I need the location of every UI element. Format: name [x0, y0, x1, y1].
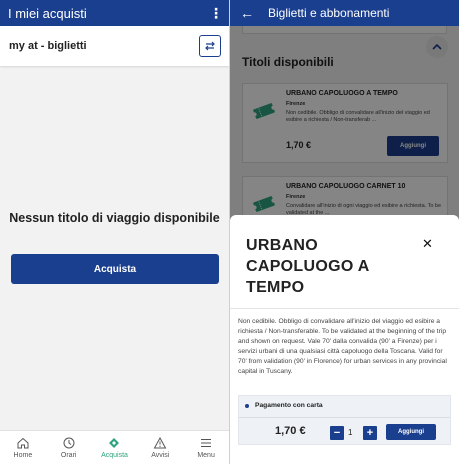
- nav-item-orari[interactable]: Orari: [46, 431, 92, 464]
- tickets-screen: ← Biglietti e abbonamenti Titoli disponi…: [230, 0, 459, 464]
- buy-button[interactable]: Acquista: [11, 254, 219, 284]
- nav-item-avvisi[interactable]: Avvisi: [137, 431, 183, 464]
- swap-button[interactable]: [199, 35, 221, 57]
- top-app-bar: ← Biglietti e abbonamenti: [230, 0, 459, 26]
- divider: [230, 308, 459, 309]
- nav-label-avvisi: Avvisi: [151, 452, 170, 459]
- sheet-title: URBANO CAPOLUOGO A TEMPO: [246, 237, 370, 296]
- decrement-button[interactable]: −: [330, 426, 344, 440]
- radio-selected-icon: [245, 403, 249, 408]
- back-arrow-icon[interactable]: ←: [240, 6, 254, 20]
- nav-item-menu[interactable]: Menu: [183, 431, 229, 464]
- payment-method-label: Pagamento con carta: [255, 402, 323, 409]
- nav-label-acquista: Acquista: [101, 452, 128, 459]
- home-icon: [17, 437, 29, 449]
- ticket-icon: [109, 438, 120, 448]
- my-purchases-screen: I miei acquisti ⋮ my at - biglietti Ness…: [0, 0, 229, 464]
- sheet-description: Non cedibile. Obbligo di convalidare all…: [238, 318, 447, 376]
- swap-icon: [205, 41, 215, 51]
- quantity-value: 1: [348, 428, 353, 437]
- sheet-price: 1,70 €: [275, 425, 306, 437]
- nav-item-acquista[interactable]: Acquista: [92, 431, 138, 464]
- increment-button[interactable]: +: [363, 426, 377, 440]
- page-title: Biglietti e abbonamenti: [268, 6, 390, 20]
- wallet-selector: my at - biglietti: [0, 26, 229, 66]
- wallet-selector-label: my at - biglietti: [9, 40, 87, 52]
- close-icon[interactable]: ✕: [422, 236, 433, 252]
- menu-icon: [201, 438, 212, 448]
- nav-label-home: Home: [13, 452, 33, 459]
- warning-icon: [153, 436, 167, 449]
- clock-icon: [63, 437, 75, 449]
- divider: [239, 417, 450, 418]
- payment-method[interactable]: Pagamento con carta: [245, 402, 323, 409]
- top-app-bar: I miei acquisti ⋮: [0, 0, 229, 26]
- payment-box: Pagamento con carta 1,70 € − 1 + Aggiung…: [238, 395, 451, 445]
- nav-label-menu: Menu: [197, 452, 215, 459]
- add-to-cart-button[interactable]: Aggiungi: [386, 424, 436, 440]
- more-options-icon[interactable]: ⋮: [209, 6, 223, 20]
- page-title: I miei acquisti: [8, 5, 87, 21]
- ticket-detail-sheet: URBANO CAPOLUOGO A TEMPO ✕ Non cedibile.…: [230, 215, 459, 464]
- bottom-navigation: Home Orari Acquista Avvisi Menu: [0, 430, 229, 464]
- nav-label-orari: Orari: [60, 452, 77, 459]
- empty-state-message: Nessun titolo di viaggio disponibile: [9, 211, 220, 225]
- nav-item-home[interactable]: Home: [0, 431, 46, 464]
